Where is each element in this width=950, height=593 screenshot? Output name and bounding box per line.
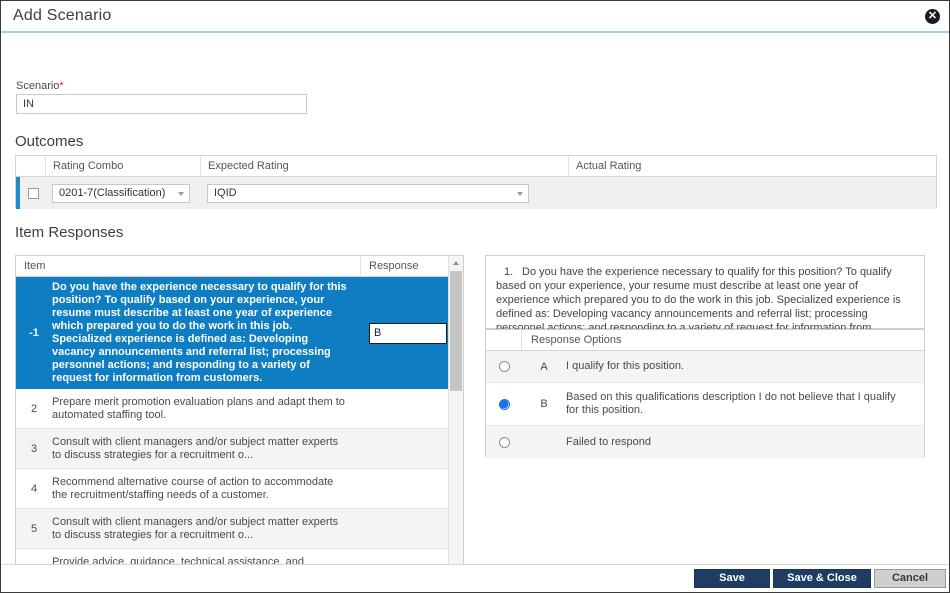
item-responses-heading: Item Responses (15, 224, 124, 241)
required-marker: * (59, 80, 64, 92)
option-radio-cell (486, 436, 522, 448)
option-text: Based on this qualifications description… (566, 391, 896, 416)
dialog-body: Scenario* Outcomes Rating Combo Expected… (1, 33, 949, 564)
question-panel: 1. Do you have the experience necessary t… (485, 255, 925, 348)
outcome-row-checkbox-cell (20, 177, 46, 209)
list-item[interactable]: 4 Recommend alternative course of action… (16, 469, 463, 509)
option-text: I qualify for this position. (566, 360, 685, 372)
rating-combo-cell: 0201-7(Classification) (46, 177, 201, 209)
option-radio-b[interactable] (498, 398, 510, 410)
item-column-header: Item (16, 256, 361, 276)
item-number: 4 (30, 482, 38, 495)
save-button[interactable]: Save (694, 569, 770, 588)
expected-rating-cell: IQID (201, 177, 569, 209)
dialog-footer: Save Save & Close Cancel (1, 564, 949, 592)
outcomes-col-rating-combo: Rating Combo (46, 156, 201, 176)
response-options-col-header: Response Options (531, 334, 622, 346)
item-number: -1 (29, 327, 39, 339)
option-letter: A (540, 360, 548, 373)
list-item[interactable]: 5 Consult with client managers and/or su… (16, 509, 463, 549)
outcomes-col-actual-rating: Actual Rating (576, 160, 642, 172)
item-list-scrollbar[interactable] (448, 256, 463, 564)
option-text: Failed to respond (566, 435, 651, 448)
response-options-grid: Response Options A I qualify for this po… (485, 329, 925, 458)
option-radio-cell (486, 361, 522, 372)
actual-rating-cell (569, 177, 936, 209)
item-text: Prepare merit promotion evaluation plans… (52, 395, 345, 421)
outcomes-col-expected-rating: Expected Rating (201, 156, 569, 176)
rating-combo-value: 0201-7(Classification) (59, 186, 166, 199)
chevron-down-icon (517, 191, 523, 196)
page-title: Add Scenario (13, 7, 112, 24)
scenario-input[interactable] (16, 94, 307, 114)
list-item[interactable]: 2 Prepare merit promotion evaluation pla… (16, 389, 463, 429)
add-scenario-dialog: Add Scenario ✕ Scenario* Outcomes Rating… (0, 0, 950, 593)
item-responses-header: Item Response (16, 256, 463, 277)
list-item[interactable]: 6 Provide advice, guidance, technical as… (16, 549, 463, 565)
save-and-close-button[interactable]: Save & Close (773, 569, 871, 588)
scroll-up-icon[interactable] (449, 256, 463, 270)
outcomes-col-select (16, 156, 46, 176)
scenario-label: Scenario* (16, 80, 64, 92)
rating-combo-select[interactable]: 0201-7(Classification) (52, 183, 190, 203)
table-row[interactable]: 0201-7(Classification) IQID (16, 177, 936, 209)
item-response-cell (361, 322, 449, 344)
expected-rating-value: IQID (214, 186, 237, 199)
item-text: Consult with client managers and/or subj… (52, 435, 339, 461)
scrollbar-thumb[interactable] (450, 271, 462, 391)
list-item[interactable]: 3 Consult with client managers and/or su… (16, 429, 463, 469)
question-number: 1. (504, 266, 514, 278)
item-responses-body: -1 Do you have the experience necessary … (16, 277, 463, 564)
item-number: 5 (30, 522, 38, 535)
chevron-down-icon (178, 191, 184, 196)
option-radio-failed-to-respond[interactable] (498, 436, 510, 448)
item-text: Consult with client managers and/or subj… (52, 515, 339, 541)
table-row[interactable]: Failed to respond (486, 426, 924, 458)
item-responses-grid: Item Response -1 Do you have the experie… (15, 255, 464, 564)
item-text: Recommend alternative course of action t… (52, 475, 334, 501)
table-row[interactable]: B Based on this qualifications descripti… (486, 383, 924, 426)
item-number: 2 (30, 402, 38, 415)
option-letter: B (540, 398, 548, 410)
response-column-header: Response (369, 260, 419, 272)
option-radio-a[interactable] (498, 361, 510, 372)
list-item[interactable]: -1 Do you have the experience necessary … (16, 277, 463, 389)
option-radio-cell (486, 398, 522, 410)
response-options-header: Response Options (486, 330, 924, 351)
response-input[interactable] (369, 322, 447, 344)
item-text: Provide advice, guidance, technical assi… (52, 555, 304, 565)
close-icon[interactable]: ✕ (925, 9, 940, 24)
outcomes-grid-header: Rating Combo Expected Rating Actual Rati… (16, 156, 936, 177)
item-text: Do you have the experience necessary to … (52, 281, 347, 384)
item-number: 3 (30, 442, 38, 455)
expected-rating-select[interactable]: IQID (207, 183, 529, 203)
outcomes-grid: Rating Combo Expected Rating Actual Rati… (15, 155, 937, 209)
table-row[interactable]: A I qualify for this position. (486, 351, 924, 383)
outcomes-heading: Outcomes (15, 133, 84, 150)
cancel-button[interactable]: Cancel (874, 569, 946, 588)
dialog-titlebar: Add Scenario ✕ (1, 1, 949, 33)
response-options-radio-col (486, 330, 522, 350)
row-select-checkbox[interactable] (27, 187, 39, 199)
